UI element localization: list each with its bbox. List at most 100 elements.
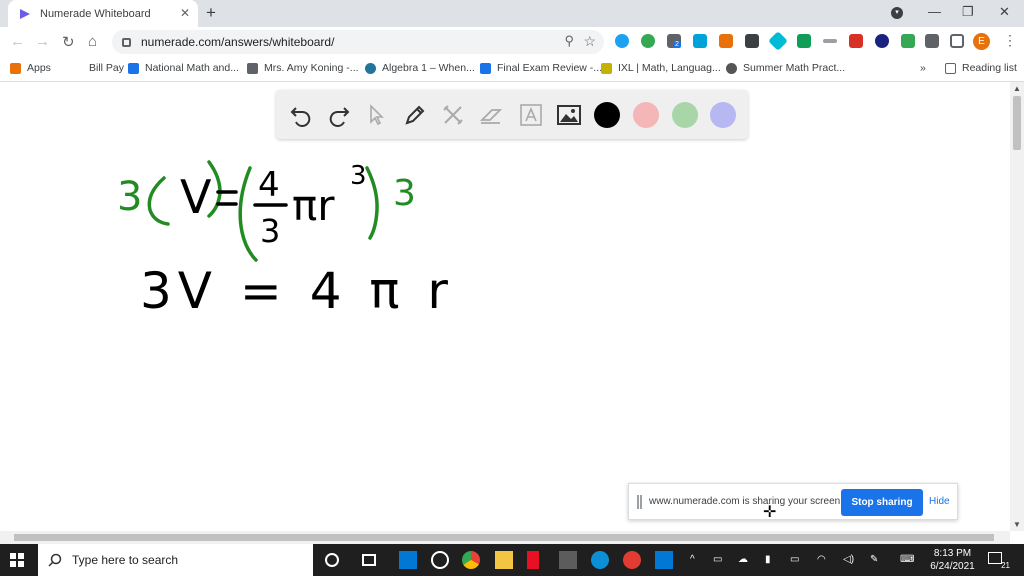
ixl-icon xyxy=(601,62,612,74)
new-tab-button[interactable]: + xyxy=(206,3,216,23)
app-icon[interactable] xyxy=(527,551,539,569)
scroll-up-arrow-icon[interactable]: ▲ xyxy=(1013,84,1021,93)
usb-icon[interactable]: ▮ xyxy=(765,554,771,565)
extension-icon[interactable] xyxy=(901,34,915,48)
tray-overflow-icon[interactable]: ^ xyxy=(690,554,695,565)
image-icon[interactable] xyxy=(556,102,582,128)
notification-count: 21 xyxy=(1001,561,1010,570)
extension-icon[interactable] xyxy=(615,34,629,48)
reload-button[interactable]: ↻ xyxy=(62,33,75,51)
tab-close-icon[interactable]: ✕ xyxy=(180,6,190,20)
bookmark-label: Final Exam Review -... xyxy=(497,62,603,74)
bookmark-label: Mrs. Amy Koning -... xyxy=(264,62,359,74)
bookmark-favicon-icon xyxy=(247,62,258,74)
forward-button[interactable]: → xyxy=(35,33,50,50)
vertical-scroll-thumb[interactable] xyxy=(1013,96,1021,150)
tab-strip: Numerade Whiteboard ✕ + ▾ — ❐ ✕ xyxy=(0,0,1024,27)
minimize-button[interactable]: — xyxy=(928,4,941,19)
extension-icon[interactable] xyxy=(875,34,889,48)
search-icon[interactable]: ⚲ xyxy=(564,33,574,49)
pen-icon[interactable] xyxy=(402,102,428,128)
drag-handle-icon[interactable] xyxy=(637,495,642,509)
home-button[interactable]: ⌂ xyxy=(88,33,97,50)
back-button[interactable]: ← xyxy=(10,33,25,50)
tray-app-icon[interactable]: ▭ xyxy=(713,554,722,565)
vertical-scrollbar[interactable]: ▲ ▼ xyxy=(1010,82,1024,531)
color-swatch-purple[interactable] xyxy=(710,102,736,128)
window-close-button[interactable]: ✕ xyxy=(999,4,1010,20)
onedrive-icon[interactable]: ☁ xyxy=(738,554,748,565)
bookmark-algebra-1[interactable]: Algebra 1 – When... xyxy=(365,62,475,74)
bookmark-star-icon[interactable]: ☆ xyxy=(583,33,596,50)
address-bar[interactable]: numerade.com/answers/whiteboard/ ⚲ ☆ xyxy=(112,30,604,54)
extension-icon[interactable]: 2 xyxy=(667,34,681,48)
profile-menu-icon[interactable]: ▾ xyxy=(891,7,903,19)
reading-list-button[interactable]: Reading list xyxy=(945,62,1017,74)
open-paren-left xyxy=(147,176,170,226)
tools-icon[interactable] xyxy=(440,102,466,128)
wordpress-icon xyxy=(365,62,376,74)
color-swatch-green[interactable] xyxy=(672,102,698,128)
extension-icon[interactable] xyxy=(823,39,837,43)
tab-numerade-whiteboard[interactable]: Numerade Whiteboard ✕ xyxy=(8,0,198,27)
notification-center-icon[interactable]: 21 xyxy=(988,552,1010,570)
eraser-icon[interactable] xyxy=(478,102,504,128)
extension-icon[interactable] xyxy=(745,34,759,48)
fraction-numerator: 4 xyxy=(258,165,280,205)
avatar[interactable]: E xyxy=(973,33,990,50)
text-tool-icon[interactable] xyxy=(518,102,544,128)
extension-icon[interactable] xyxy=(641,34,655,48)
color-swatch-pink[interactable] xyxy=(633,102,659,128)
select-pointer-icon[interactable] xyxy=(364,102,390,128)
browser-toolbar: ← → ↻ ⌂ numerade.com/answers/whiteboard/… xyxy=(0,27,1024,57)
taskbar-search-input[interactable]: Type here to search xyxy=(38,544,313,576)
pdf-extension-icon[interactable] xyxy=(849,34,863,48)
extension-icon[interactable] xyxy=(797,34,811,48)
bookmark-bill-pay[interactable]: Bill Pay xyxy=(72,62,124,74)
hide-button[interactable]: Hide xyxy=(929,496,950,507)
bookmark-favicon-icon xyxy=(72,62,83,74)
cast-icon[interactable] xyxy=(950,34,964,48)
edge-icon[interactable] xyxy=(591,551,609,569)
menu-kebab-icon[interactable]: ⋮ xyxy=(1003,32,1017,49)
bookmark-final-exam[interactable]: Final Exam Review -... xyxy=(480,62,602,74)
undo-icon[interactable] xyxy=(288,102,314,128)
mail-app-icon[interactable] xyxy=(399,551,417,569)
extension-icon[interactable] xyxy=(768,31,788,51)
chrome-icon[interactable] xyxy=(462,551,480,569)
bookmark-apps[interactable]: Apps xyxy=(10,62,51,74)
bookmark-ixl[interactable]: IXL | Math, Languag... xyxy=(601,62,721,74)
store-icon[interactable] xyxy=(559,551,577,569)
lock-icon xyxy=(122,37,131,47)
exponent-3: 3 xyxy=(350,161,367,191)
stop-sharing-button[interactable]: Stop sharing xyxy=(841,489,923,516)
keyboard-icon[interactable]: ⌨ xyxy=(900,554,914,565)
redo-icon[interactable] xyxy=(326,102,352,128)
whiteboard-canvas[interactable]: 3 V 4 3 πr 3 3 3V = 4 π r xyxy=(0,82,1010,531)
multiplier-3-left: 3 xyxy=(117,174,142,220)
volume-icon[interactable]: ◁) xyxy=(843,554,854,565)
extension-icon[interactable] xyxy=(719,34,733,48)
scroll-down-arrow-icon[interactable]: ▼ xyxy=(1013,520,1021,529)
bookmark-national-math[interactable]: National Math and... xyxy=(128,62,239,74)
media-app-icon[interactable] xyxy=(431,551,449,569)
task-view-icon[interactable] xyxy=(362,554,376,566)
puzzle-icon[interactable] xyxy=(925,34,939,48)
horizontal-scrollbar[interactable] xyxy=(0,531,1010,544)
windows-start-icon[interactable] xyxy=(10,553,24,567)
color-swatch-black[interactable] xyxy=(594,102,620,128)
bookmark-summer-math[interactable]: Summer Math Pract... xyxy=(726,62,845,74)
cortana-icon[interactable] xyxy=(325,553,339,567)
bookmark-amy-koning[interactable]: Mrs. Amy Koning -... xyxy=(247,62,359,74)
horizontal-scroll-thumb[interactable] xyxy=(14,534,994,541)
restore-button[interactable]: ❐ xyxy=(962,4,974,20)
extension-icon[interactable] xyxy=(693,34,707,48)
battery-icon[interactable]: ▭ xyxy=(790,554,799,565)
file-explorer-icon[interactable] xyxy=(495,551,513,569)
bookmarks-overflow-button[interactable]: » xyxy=(920,62,926,74)
pen-workspace-icon[interactable]: ✎ xyxy=(870,554,878,565)
outlook-icon[interactable] xyxy=(655,551,673,569)
app-icon[interactable] xyxy=(623,551,641,569)
wifi-icon[interactable]: ◠ xyxy=(817,554,826,565)
clock[interactable]: 8:13 PM 6/24/2021 xyxy=(925,547,980,573)
